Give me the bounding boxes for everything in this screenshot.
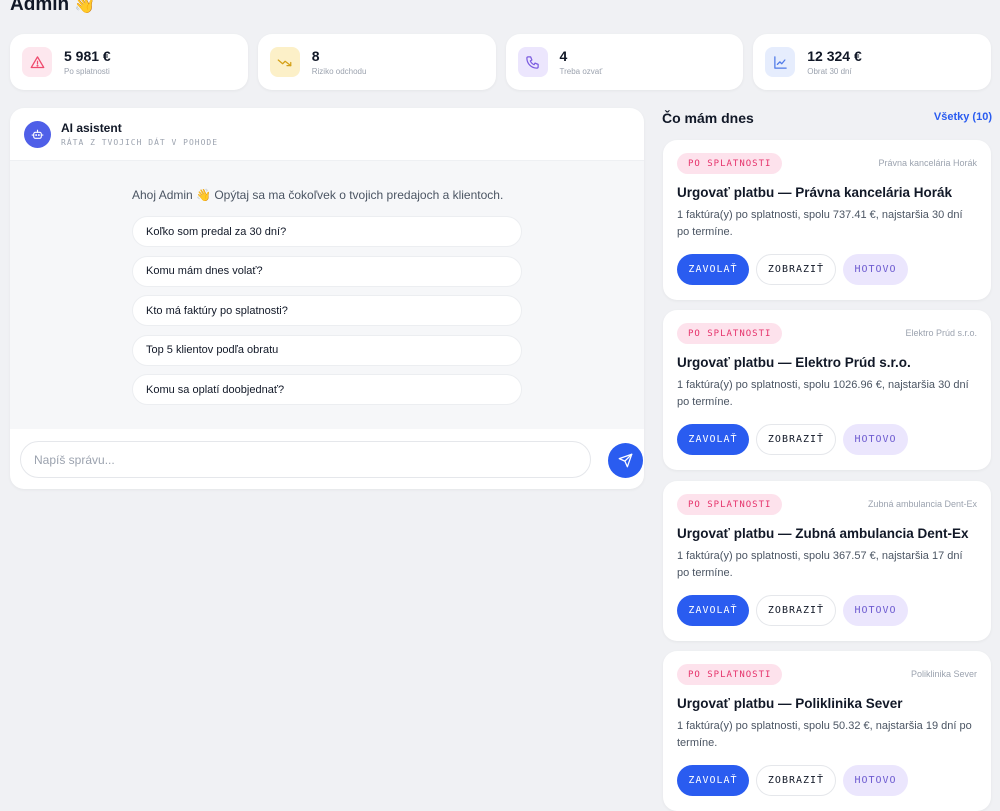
status-badge: PO SPLATNOSTI [677,664,783,685]
trending-down-icon [269,47,300,77]
task-card: PO SPLATNOSTI Elektro Prúd s.r.o. Urgova… [663,310,991,470]
task-card: PO SPLATNOSTI Právna kancelária Horák Ur… [663,140,991,300]
page-title: Admin 👋 [10,0,96,16]
stat-card-to-call[interactable]: 4 Treba ozvať [505,34,744,90]
ai-greeting: Ahoj Admin 👋 Opýtaj sa ma čokoľvek o tvo… [132,188,504,202]
task-title: Urgovať platbu — Právna kancelária Horák [677,185,953,200]
alert-triangle-icon [22,47,52,77]
task-actions: ZAVOLAŤ ZOBRAZIŤ HOTOVO [677,254,908,285]
task-title: Urgovať platbu — Zubná ambulancia Dent-E… [677,526,969,541]
task-description: 1 faktúra(y) po splatnosti, spolu 50.32 … [677,720,972,749]
stat-value: 12 324 € [807,48,862,64]
done-button[interactable]: HOTOVO [843,595,908,626]
view-button[interactable]: ZOBRAZIŤ [756,595,836,626]
stat-card-churn-risk[interactable]: 8 Riziko odchodu [257,34,496,90]
view-button[interactable]: ZOBRAZIŤ [756,254,836,285]
view-button[interactable]: ZOBRAZIŤ [756,424,836,455]
chat-input-row [20,441,643,478]
robot-icon [24,120,51,148]
task-actions: ZAVOLAŤ ZOBRAZIŤ HOTOVO [677,765,908,796]
chat-message-input[interactable] [20,441,591,478]
send-button[interactable] [608,443,643,478]
done-button[interactable]: HOTOVO [843,424,908,455]
suggestion-list: Koľko som predal za 30 dní? Komu mám dne… [132,216,522,414]
stat-label: Po splatnosti [64,67,110,76]
task-client: Elektro Prúd s.r.o. [905,328,977,338]
task-card: PO SPLATNOSTI Poliklinika Sever Urgovať … [663,651,991,811]
ai-assistant-title: AI asistent [61,121,122,135]
task-description: 1 faktúra(y) po splatnosti, spolu 1026.9… [677,379,969,408]
task-client: Právna kancelária Horák [878,158,977,168]
ai-assistant-header: AI asistent RÁTA Z TVOJICH DÁT V POHODE [10,108,644,161]
phone-icon [517,47,548,77]
status-badge: PO SPLATNOSTI [677,153,783,174]
suggestion-chip[interactable]: Komu sa oplatí doobjednať? [132,374,522,405]
stat-label: Treba ozvať [559,67,603,76]
view-button[interactable]: ZOBRAZIŤ [756,765,836,796]
suggestion-chip[interactable]: Komu mám dnes volať? [132,255,522,287]
chat-area: Ahoj Admin 👋 Opýtaj sa ma čokoľvek o tvo… [10,161,644,429]
stat-card-overdue[interactable]: 5 981 € Po splatnosti [10,34,248,90]
stat-value: 8 [311,48,320,64]
stat-value: 5 981 € [64,48,111,64]
stat-value: 4 [559,48,568,64]
call-button[interactable]: ZAVOLAŤ [677,765,749,796]
task-client: Poliklinika Sever [910,669,977,679]
suggestion-chip[interactable]: Koľko som predal za 30 dní? [132,216,522,247]
task-title: Urgovať platbu — Poliklinika Sever [677,696,903,711]
today-title: Čo mám dnes [662,110,754,126]
stat-card-revenue[interactable]: 12 324 € Obrat 30 dní [753,34,991,90]
task-description: 1 faktúra(y) po splatnosti, spolu 367.57… [677,550,963,579]
task-description: 1 faktúra(y) po splatnosti, spolu 737.41… [677,209,963,238]
status-badge: PO SPLATNOSTI [677,494,783,515]
task-actions: ZAVOLAŤ ZOBRAZIŤ HOTOVO [677,595,908,626]
task-actions: ZAVOLAŤ ZOBRAZIŤ HOTOVO [677,424,908,455]
call-button[interactable]: ZAVOLAŤ [677,595,749,626]
wave-emoji: 👋 [74,0,96,14]
page-title-text: Admin [10,0,70,15]
task-title: Urgovať platbu — Elektro Prúd s.r.o. [677,355,911,370]
stat-label: Obrat 30 dní [807,67,852,76]
line-chart-icon [765,47,796,77]
suggestion-chip[interactable]: Kto má faktúry po splatnosti? [132,295,522,326]
suggestion-chip[interactable]: Top 5 klientov podľa obratu [132,334,522,366]
done-button[interactable]: HOTOVO [843,765,908,796]
today-header: Čo mám dnes Všetky (10) [662,108,992,128]
see-all-link[interactable]: Všetky (10) [934,111,992,123]
call-button[interactable]: ZAVOLAŤ [677,254,749,285]
task-client: Zubná ambulancia Dent-Ex [867,499,977,509]
ai-assistant-panel: AI asistent RÁTA Z TVOJICH DÁT V POHODE … [10,108,644,489]
task-card: PO SPLATNOSTI Zubná ambulancia Dent-Ex U… [663,481,991,641]
stats-row: 5 981 € Po splatnosti 8 Riziko odchodu 4… [10,34,991,90]
send-icon [618,453,633,468]
status-badge: PO SPLATNOSTI [677,323,783,344]
call-button[interactable]: ZAVOLAŤ [677,424,749,455]
ai-assistant-subtitle: RÁTA Z TVOJICH DÁT V POHODE [61,138,219,147]
stat-label: Riziko odchodu [311,67,367,76]
done-button[interactable]: HOTOVO [843,254,908,285]
